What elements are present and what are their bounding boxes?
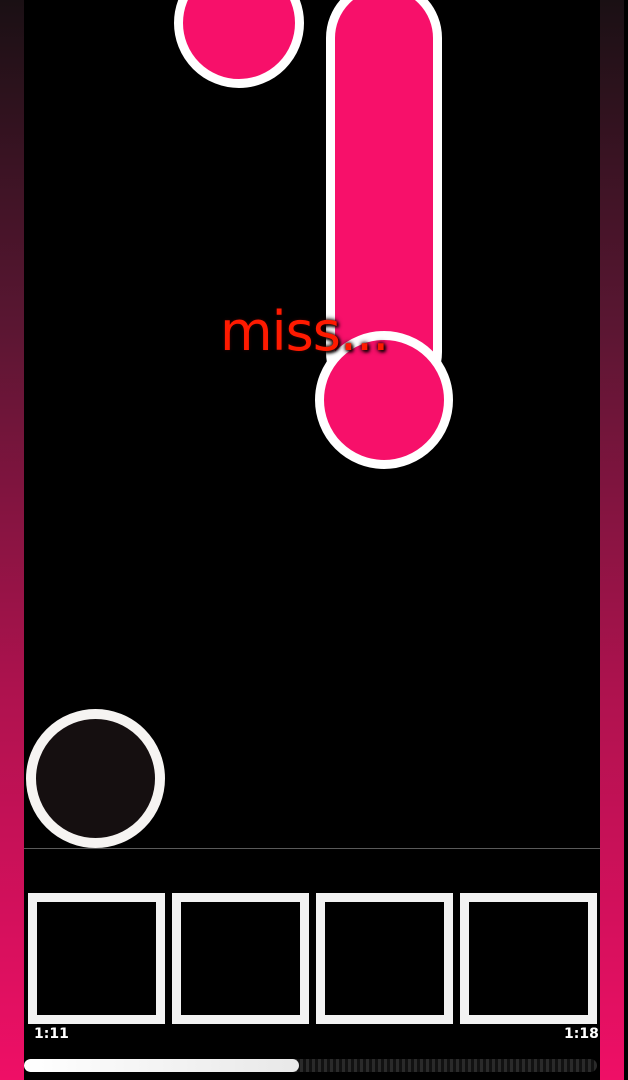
left-side-gradient (0, 0, 24, 1080)
total-time: 1:18 (564, 1026, 599, 1042)
game-screen: miss... 1:11 1:18 (0, 0, 628, 1080)
judgement-text: miss... (220, 300, 389, 363)
touch-button[interactable] (26, 709, 165, 848)
lane-key-4[interactable] (460, 893, 597, 1024)
right-side-gradient (600, 0, 624, 1080)
lane-key-2[interactable] (172, 893, 309, 1024)
tap-note (174, 0, 304, 88)
playfield: miss... (24, 0, 600, 848)
judgement-line (24, 848, 600, 849)
lane-key-1[interactable] (28, 893, 165, 1024)
song-progress-bar (24, 1059, 597, 1072)
song-progress-fill (24, 1059, 300, 1072)
lane-key-3[interactable] (316, 893, 453, 1024)
elapsed-time: 1:11 (34, 1026, 69, 1042)
